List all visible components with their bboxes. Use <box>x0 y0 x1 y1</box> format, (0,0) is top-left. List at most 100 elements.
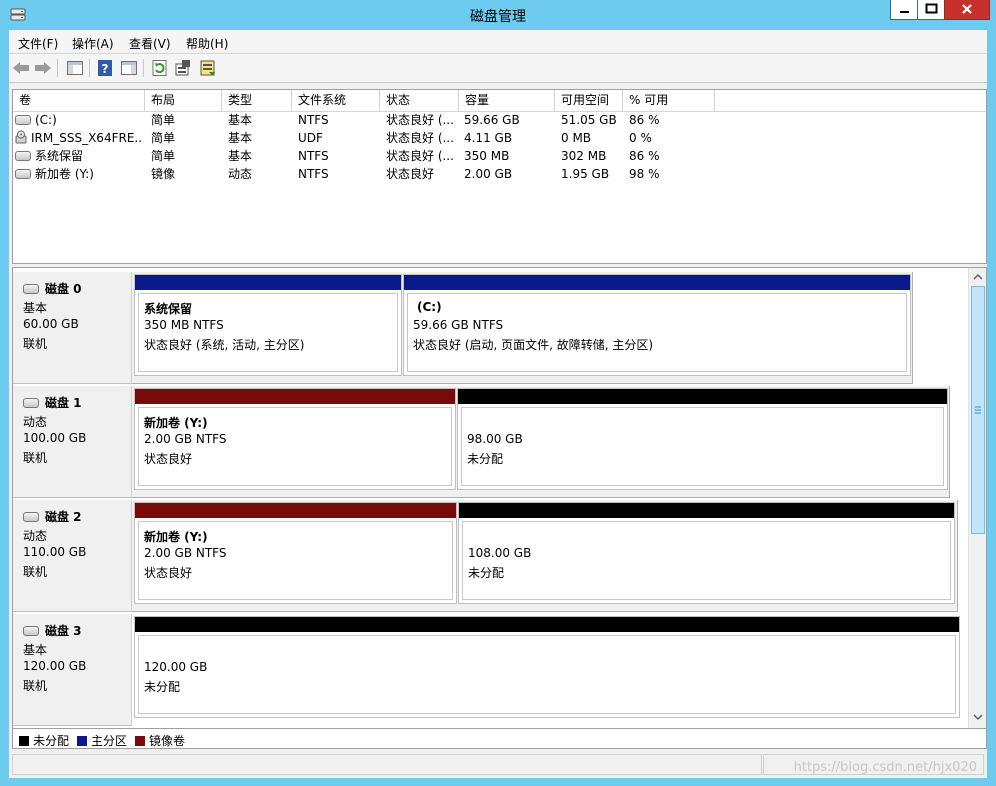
legend-label: 主分区 <box>91 734 128 748</box>
forward-button[interactable] <box>33 58 53 78</box>
window-title: 磁盘管理 <box>470 9 526 25</box>
menu-file[interactable]: 文件(F) <box>18 35 58 52</box>
partition[interactable]: 新加卷 (Y:) 2.00 GB NTFS 状态良好 <box>134 502 457 604</box>
disk-size: 60.00 GB <box>23 317 79 331</box>
partition[interactable]: (C:) 59.66 GB NTFS 状态良好 (启动, 页面文件, 故障转储,… <box>403 274 911 376</box>
disk-label[interactable]: 磁盘 0 基本 60.00 GB 联机 <box>13 272 132 384</box>
scroll-down-button[interactable] <box>970 709 986 725</box>
console-view-button[interactable] <box>119 58 139 78</box>
partition[interactable]: 120.00 GB 未分配 <box>134 616 960 718</box>
volume-row[interactable]: IRM_SSS_X64FRE... 简单 基本 UDF 状态良好 (... 4.… <box>13 129 986 147</box>
volume-type: 动态 <box>228 167 253 181</box>
vertical-scrollbar[interactable] <box>968 268 986 728</box>
volume-free-space: 0 MB <box>561 131 592 145</box>
disk-0[interactable]: 磁盘 0 基本 60.00 GB 联机 系统保留 350 MB NTFS 状态良… <box>13 272 968 384</box>
partition[interactable]: 系统保留 350 MB NTFS 状态良好 (系统, 活动, 主分区) <box>134 274 402 376</box>
menu-help[interactable]: 帮助(H) <box>186 35 228 52</box>
legend-swatch <box>135 735 145 746</box>
volume-type: 基本 <box>228 131 253 145</box>
disk-state: 联机 <box>23 451 48 465</box>
volume-list: 卷 布局 类型 文件系统 状态 容量 可用空间 % 可用 (C:) 简单 基本 … <box>12 89 987 264</box>
disk-3[interactable]: 磁盘 3 基本 120.00 GB 联机 120.00 GB 未分配 <box>13 614 968 726</box>
partition[interactable]: 98.00 GB 未分配 <box>457 388 948 490</box>
partition-color-bar <box>135 617 959 632</box>
scroll-thumb[interactable] <box>971 286 985 534</box>
column-header-capacity[interactable]: 容量 <box>459 90 555 111</box>
partition-status: 未分配 <box>144 680 181 694</box>
drive-icon <box>15 114 31 125</box>
disk-state: 联机 <box>23 565 48 579</box>
partition-color-bar <box>135 503 456 518</box>
volume-status: 状态良好 (... <box>386 113 454 127</box>
disk-label[interactable]: 磁盘 3 基本 120.00 GB 联机 <box>13 614 132 726</box>
maximize-button[interactable] <box>917 0 945 20</box>
partition-status: 状态良好 <box>144 452 193 466</box>
toolbar-separator <box>57 59 58 77</box>
legend-swatch <box>77 735 87 746</box>
volume-filesystem: UDF <box>298 131 323 145</box>
close-button[interactable] <box>944 0 990 20</box>
volume-percent-free: 86 % <box>629 149 660 163</box>
status-pane <box>12 754 762 775</box>
minimize-button[interactable] <box>890 0 918 20</box>
svg-text:?: ? <box>102 62 109 76</box>
column-header-volume[interactable]: 卷 <box>13 90 145 111</box>
column-header-free-space[interactable]: 可用空间 <box>555 90 623 111</box>
properties-button[interactable] <box>173 58 193 78</box>
disk-state: 联机 <box>23 337 48 351</box>
volume-status: 状态良好 (... <box>386 149 454 163</box>
disk-type: 基本 <box>23 643 48 657</box>
menu-view[interactable]: 查看(V) <box>129 35 171 52</box>
column-header-type[interactable]: 类型 <box>222 90 292 111</box>
volume-row[interactable]: (C:) 简单 基本 NTFS 状态良好 (... 59.66 GB 51.05… <box>13 111 986 129</box>
refresh-button[interactable] <box>150 58 170 78</box>
volume-filesystem: NTFS <box>298 149 329 163</box>
column-header-layout[interactable]: 布局 <box>145 90 222 111</box>
partition[interactable]: 新加卷 (Y:) 2.00 GB NTFS 状态良好 <box>134 388 456 490</box>
disk-2[interactable]: 磁盘 2 动态 110.00 GB 联机 新加卷 (Y:) 2.00 GB NT… <box>13 500 968 612</box>
volume-row[interactable]: 新加卷 (Y:) 镜像 动态 NTFS 状态良好 2.00 GB 1.95 GB… <box>13 165 986 183</box>
cd-drive-icon <box>15 130 27 144</box>
partition-color-bar <box>135 389 455 404</box>
disk-size: 110.00 GB <box>23 545 87 559</box>
volume-layout: 镜像 <box>151 167 176 181</box>
disk-name: 磁盘 0 <box>45 282 82 296</box>
menu-action[interactable]: 操作(A) <box>72 35 114 52</box>
chevron-up-icon <box>973 273 983 280</box>
toolbar-separator <box>143 59 144 77</box>
partition-status: 状态良好 (启动, 页面文件, 故障转储, 主分区) <box>413 338 654 352</box>
partition-color-bar <box>135 275 401 290</box>
menu-bar: 文件(F) 操作(A) 查看(V) 帮助(H) <box>9 30 987 52</box>
partition-name: 新加卷 (Y:) <box>144 416 208 430</box>
volume-type: 基本 <box>228 113 253 127</box>
disk-1[interactable]: 磁盘 1 动态 100.00 GB 联机 新加卷 (Y:) 2.00 GB NT… <box>13 386 968 498</box>
partition-size: 59.66 GB NTFS <box>413 318 504 332</box>
disk-label[interactable]: 磁盘 1 动态 100.00 GB 联机 <box>13 386 132 498</box>
volume-name: IRM_SSS_X64FRE... <box>31 131 143 145</box>
show-hide-tree-button[interactable] <box>65 58 85 78</box>
partition[interactable]: 108.00 GB 未分配 <box>458 502 955 604</box>
volume-capacity: 350 MB <box>464 149 510 163</box>
partition-status: 未分配 <box>468 566 505 580</box>
column-header-status[interactable]: 状态 <box>380 90 459 111</box>
back-button[interactable] <box>11 58 31 78</box>
scroll-up-button[interactable] <box>970 269 986 285</box>
title-bar[interactable]: 磁盘管理 <box>0 0 996 30</box>
volume-status: 状态良好 (... <box>386 131 454 145</box>
volume-name: (C:) <box>35 113 57 127</box>
volume-capacity: 4.11 GB <box>464 131 513 145</box>
help-button[interactable]: ? <box>95 58 115 78</box>
disk-label[interactable]: 磁盘 2 动态 110.00 GB 联机 <box>13 500 132 612</box>
disk-icon <box>23 397 39 408</box>
volume-status: 状态良好 <box>386 167 435 181</box>
partition-color-bar <box>459 503 954 518</box>
volume-row[interactable]: 系统保留 简单 基本 NTFS 状态良好 (... 350 MB 302 MB … <box>13 147 986 165</box>
partition-name: 新加卷 (Y:) <box>144 530 208 544</box>
partition-status: 状态良好 <box>144 566 193 580</box>
disk-icon <box>23 511 39 522</box>
column-header-percent-free[interactable]: % 可用 <box>623 90 715 111</box>
column-header-filesystem[interactable]: 文件系统 <box>292 90 380 111</box>
show-hide-tree-icon <box>67 61 83 75</box>
export-button[interactable] <box>198 58 218 78</box>
close-icon <box>962 4 972 14</box>
